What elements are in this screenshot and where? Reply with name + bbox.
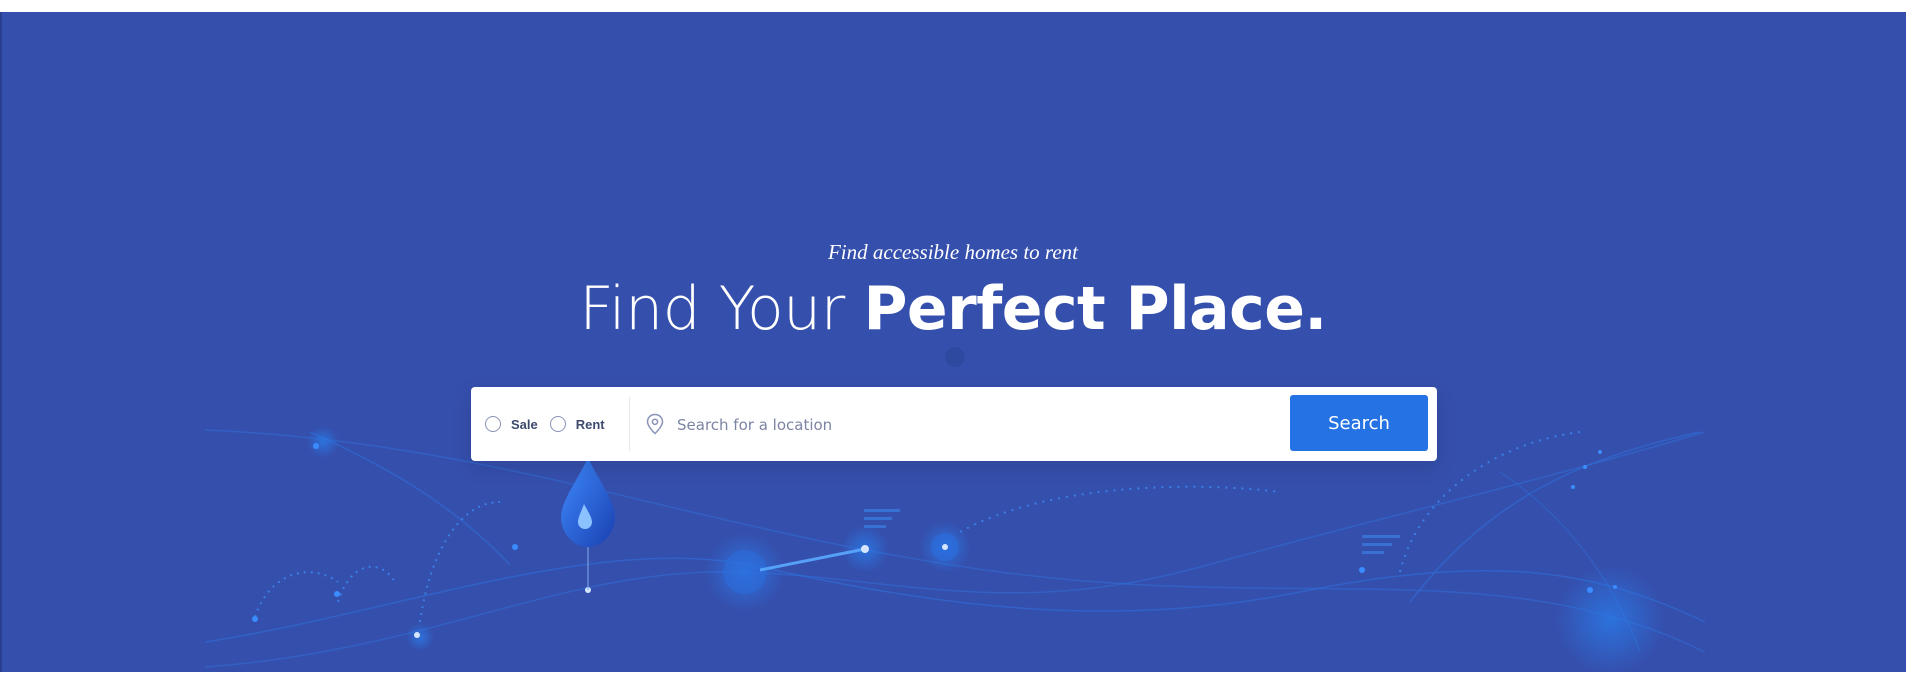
listing-type-radio-group: Sale Rent (485, 387, 617, 461)
hero-tagline: Find accessible homes to rent (827, 240, 1078, 264)
radio-button-sale[interactable] (485, 416, 501, 432)
radio-label-rent: Rent (575, 416, 605, 432)
headline-light-text: Find Your (579, 274, 864, 344)
search-bar: Sale Rent Search (471, 387, 1437, 461)
search-button[interactable]: Search (1290, 395, 1428, 451)
radio-label-sale: Sale (511, 416, 538, 432)
hero-section: Find accessible homes to rent Find Your … (0, 12, 1906, 672)
hero-headline: Find Your Perfect Place. (0, 274, 1906, 344)
radio-option-rent[interactable]: Rent (549, 416, 605, 432)
map-pin-icon (646, 413, 664, 435)
radio-option-sale[interactable]: Sale (485, 416, 538, 432)
page-left-edge (0, 12, 2, 672)
location-search-input[interactable] (675, 407, 1239, 443)
search-divider (629, 397, 630, 451)
headline-bold-text: Perfect Place. (863, 274, 1327, 344)
radio-button-rent[interactable] (549, 416, 566, 432)
